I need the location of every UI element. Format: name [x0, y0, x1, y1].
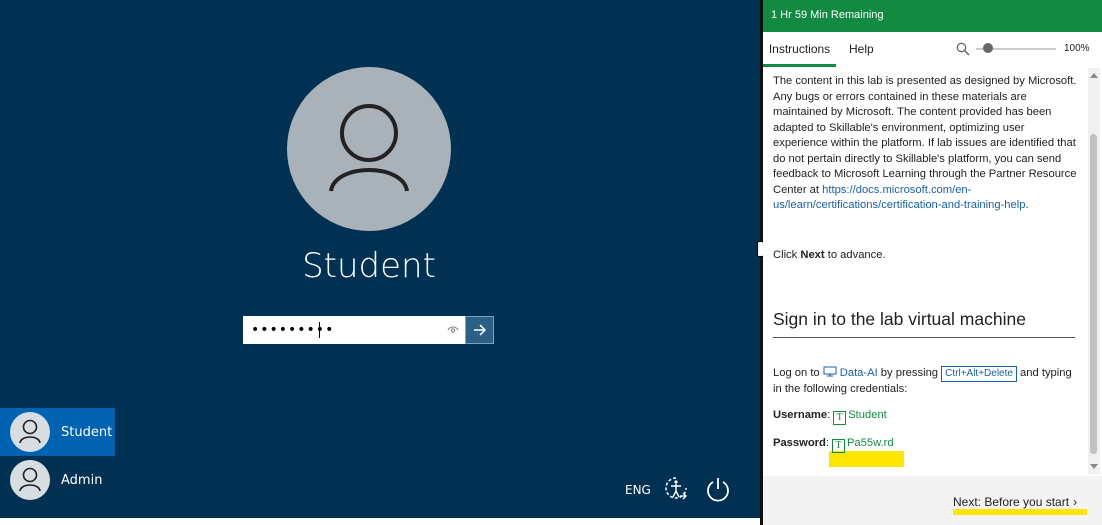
vm-link[interactable]: Data-AI	[823, 366, 878, 379]
intro-text: The content in this lab is presented as …	[773, 75, 1077, 196]
instructions-pane: 1 Hr 59 Min Remaining Instructions Help …	[763, 0, 1102, 525]
reveal-password-icon[interactable]	[447, 325, 459, 335]
submit-button[interactable]	[465, 316, 494, 344]
chevron-right-icon: ›	[1073, 495, 1078, 509]
zoom-percent: 100%	[1064, 43, 1090, 54]
user-icon	[19, 419, 41, 444]
next-button[interactable]: Next: Before you start ›	[953, 495, 1077, 509]
click-next-paragraph: Click Next to advance.	[773, 248, 886, 264]
username-line: Username: T Student	[773, 409, 887, 425]
click-bold: Next	[800, 249, 825, 261]
ctrl-alt-delete-button[interactable]: Ctrl+Alt+Delete	[941, 366, 1017, 382]
logon-paragraph: Log on to Data-AI by pressing Ctrl+Alt+D…	[773, 366, 1073, 398]
zoom-slider-handle[interactable]	[983, 43, 993, 53]
avatar	[10, 412, 50, 452]
intro-paragraph: The content in this lab is presented as …	[773, 75, 1077, 211]
user-tile-student[interactable]: Student	[0, 408, 115, 456]
scrollbar[interactable]	[1088, 68, 1100, 474]
time-remaining: 1 Hr 59 Min Remaining	[763, 0, 1102, 32]
user-icon	[19, 467, 41, 492]
section-heading: Sign in to the lab virtual machine	[773, 310, 1075, 338]
scrollbar-thumb[interactable]	[1090, 134, 1097, 454]
user-avatar	[287, 67, 451, 231]
avatar	[10, 460, 50, 500]
user-tile-admin[interactable]: Admin	[0, 456, 115, 504]
username-label: Username	[773, 409, 828, 421]
type-text-icon[interactable]: T	[833, 411, 847, 425]
user-icon	[329, 104, 409, 192]
click-prefix: Click	[773, 249, 801, 261]
submit-arrow-icon	[474, 324, 487, 336]
instructions-content: The content in this lab is presented as …	[763, 68, 1088, 474]
click-suffix: to advance.	[824, 249, 886, 261]
password-highlight	[829, 451, 904, 467]
vm-lock-screen: Student Student Admin	[0, 0, 760, 518]
power-icon[interactable]	[704, 475, 732, 503]
ease-of-access-icon[interactable]	[662, 474, 690, 504]
logon-prefix: Log on to	[773, 367, 823, 379]
next-button-label: Next: Before you start	[953, 495, 1070, 509]
type-text-icon[interactable]: T	[831, 439, 845, 453]
password-box	[243, 316, 494, 344]
password-value[interactable]: Pa55w.rd	[847, 437, 894, 449]
user-tile-label: Student	[61, 424, 113, 440]
tab-instructions[interactable]: Instructions	[763, 34, 836, 67]
next-highlight	[953, 509, 1087, 515]
password-line: Password: T Pa55w.rd	[773, 437, 894, 453]
username-value[interactable]: Student	[848, 409, 887, 421]
scroll-down-arrow[interactable]	[1090, 464, 1098, 469]
password-field[interactable]	[243, 316, 465, 344]
vm-bottom-edge	[0, 518, 760, 525]
logon-mid: by pressing	[877, 367, 942, 379]
language-indicator[interactable]: ENG	[625, 483, 651, 497]
user-tile-label: Admin	[61, 472, 103, 488]
password-label: Password	[773, 437, 826, 449]
pane-footer: Next: Before you start ›	[763, 476, 1102, 525]
scroll-up-arrow[interactable]	[1090, 73, 1098, 78]
text-caret	[319, 322, 320, 338]
pane-tabs: Instructions Help 100%	[763, 34, 1102, 67]
user-display-name: Student	[302, 246, 436, 286]
zoom-icon	[956, 42, 970, 56]
vm-name: Data-AI	[839, 367, 878, 379]
tab-help[interactable]: Help	[849, 34, 874, 64]
monitor-icon	[823, 366, 837, 377]
